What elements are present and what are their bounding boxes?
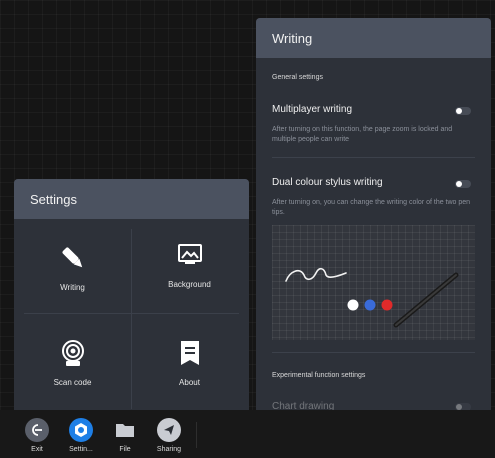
stylus-preview-graphic [285,267,459,328]
settings-tile-label: About [179,378,200,387]
toolbar-label: Settin... [69,446,93,453]
section-divider [272,352,475,353]
stylus-pen-icon [393,272,459,328]
scan-code-icon [61,340,84,366]
dual-colour-stylus-label: Dual colour stylus writing [272,177,383,188]
writing-panel-title: Writing [272,30,313,46]
share-icon [164,425,174,435]
multiplayer-writing-toggle[interactable] [455,107,471,115]
section-divider [272,157,475,158]
toolbar-sharing-button[interactable]: Sharing [152,418,186,453]
image-icon [177,244,202,264]
chart-drawing-label: Chart drawing [272,401,335,410]
settings-tile-label: Writing [60,283,85,292]
stylus-preview-illustration [272,225,475,340]
settings-panel-header: Settings [14,179,249,219]
folder-icon [116,424,134,437]
writing-panel-header: Writing [256,18,491,58]
pen-icon [62,247,82,268]
settings-tile-label: Scan code [53,378,92,387]
multiplayer-writing-label: Multiplayer writing [272,104,353,115]
toolbar-label: Sharing [156,446,182,453]
settings-tile-about[interactable]: About [131,313,248,407]
settings-tile-writing[interactable]: Writing [14,219,131,313]
pen-color-blue [364,299,376,311]
toolbar-file-button[interactable]: File [108,418,142,453]
toolbar-settings-button[interactable]: Settin... [64,418,98,453]
writing-settings-panel: Writing General settings Multiplayer wri… [256,18,491,410]
settings-panel-title: Settings [30,191,77,207]
toolbar-separator [196,422,197,448]
general-settings-heading: General settings [272,74,323,81]
toggle-knob [456,108,462,114]
multiplayer-writing-description: After turning on this function, the page… [272,126,453,143]
settings-tile-scan-code[interactable]: Scan code [14,313,131,407]
toolbar-label: Exit [31,446,43,453]
toolbar-label: File [119,446,131,453]
pen-color-red [381,299,393,311]
settings-gear-icon [75,423,87,437]
settings-grid: Writing Background Scan code About [14,219,249,410]
about-icon [180,341,199,365]
bottom-toolbar: Exit Settin... File Sharing [0,410,495,458]
exit-icon [32,424,42,436]
settings-panel: Settings Writing Background Scan code Ab… [14,179,249,410]
chart-drawing-toggle[interactable] [455,403,471,410]
dual-colour-stylus-toggle[interactable] [455,180,471,188]
settings-tile-label: Background [168,280,211,289]
experimental-settings-heading: Experimental function settings [272,372,366,379]
toolbar-exit-button[interactable]: Exit [20,418,54,453]
pen-color-white [347,299,359,311]
toggle-knob [456,181,462,187]
dual-colour-stylus-description: After turning on, you can change the wri… [272,199,471,216]
settings-tile-background[interactable]: Background [131,219,248,313]
